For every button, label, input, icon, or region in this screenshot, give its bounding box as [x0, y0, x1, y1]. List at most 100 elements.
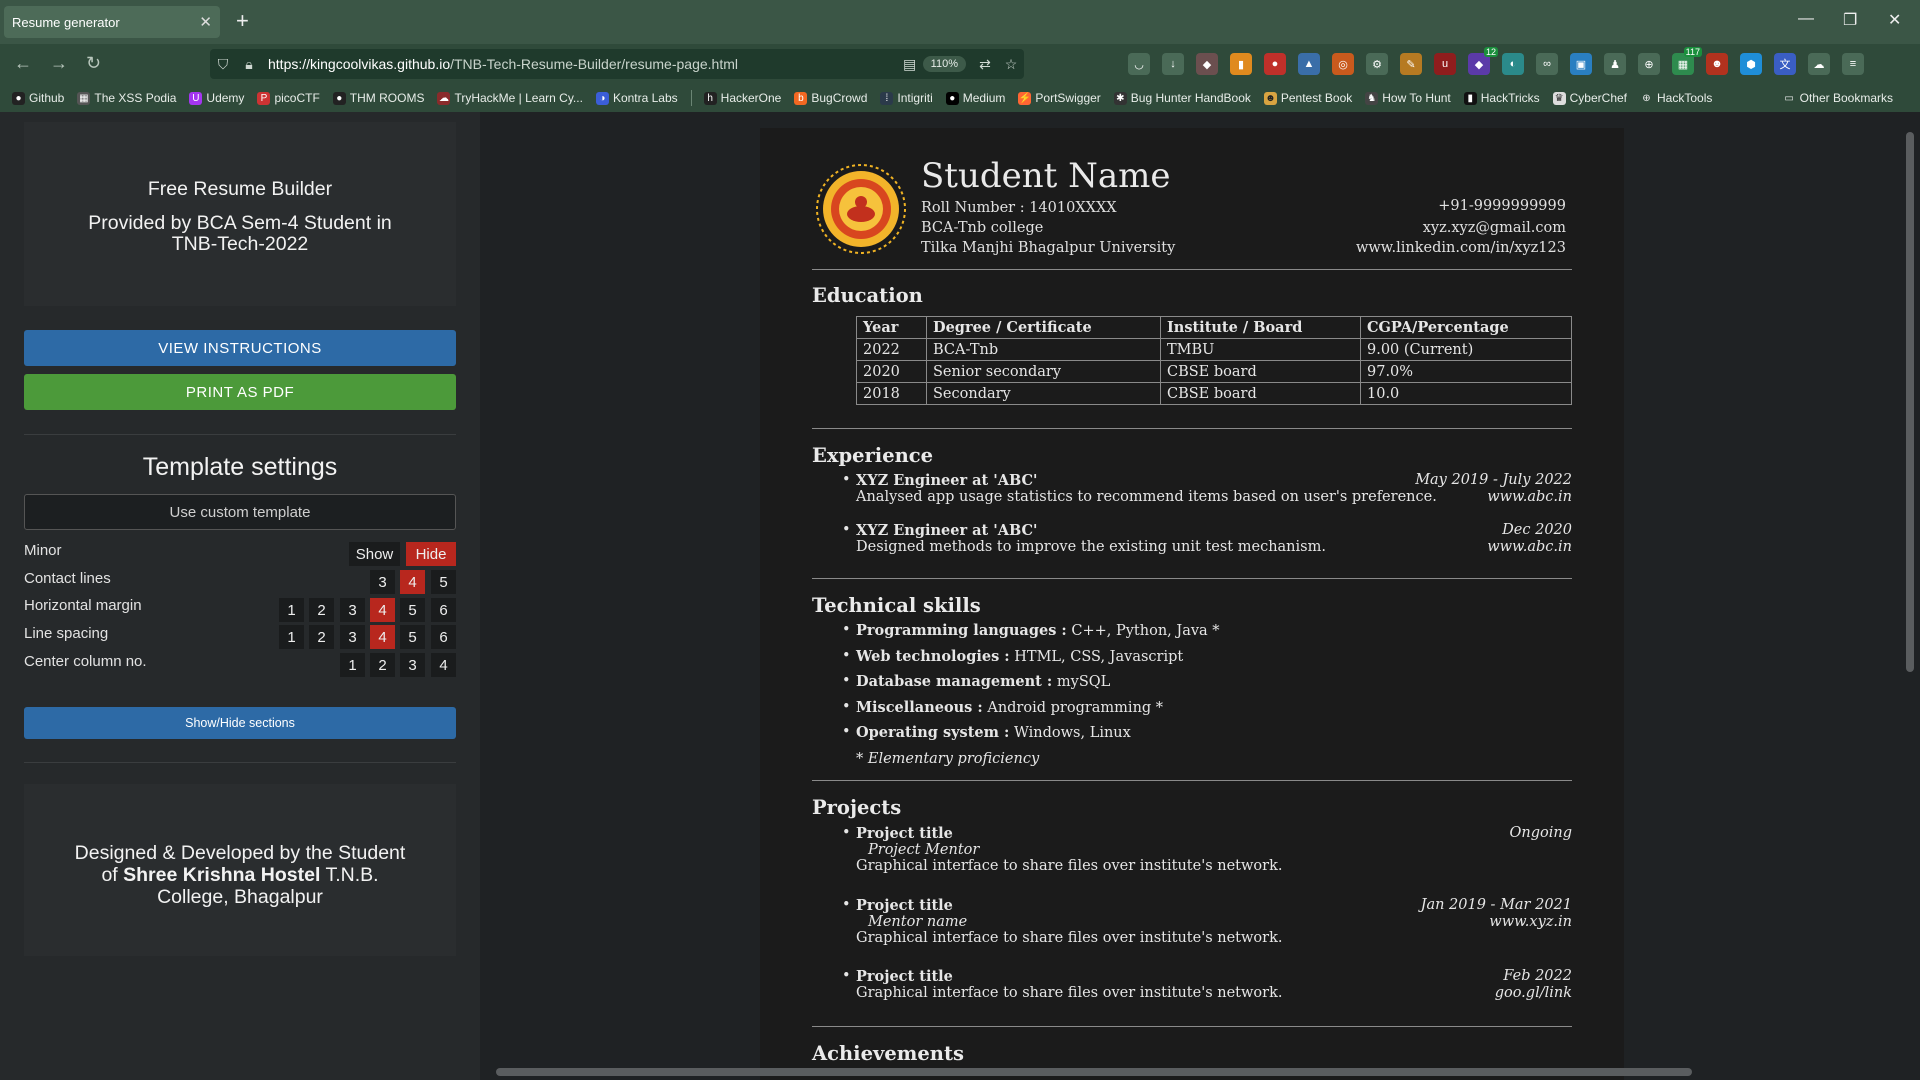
line-spacing-option[interactable]: 5: [400, 625, 425, 649]
bookmark-item[interactable]: ◑ Kontra Labs: [595, 91, 678, 105]
lock-icon[interactable]: 🔒︎: [236, 56, 262, 73]
intigriti-icon: ⁞: [880, 91, 894, 105]
extension-icon[interactable]: ▦ 117: [1672, 47, 1702, 75]
experience-link[interactable]: www.abc.in: [1487, 539, 1572, 555]
show-hide-sections-button[interactable]: Show/Hide sections: [24, 707, 456, 739]
zoom-level[interactable]: 110%: [922, 56, 966, 72]
extension-icon[interactable]: ⊕: [1638, 53, 1660, 75]
bookmark-item[interactable]: U Udemy: [189, 91, 244, 105]
email-address[interactable]: xyz.xyz@gmail.com: [1423, 220, 1566, 236]
browser-tab[interactable]: Resume generator ✕: [4, 6, 220, 38]
experience-link[interactable]: www.abc.in: [1487, 489, 1572, 505]
horizontal-margin-option[interactable]: 6: [431, 598, 456, 622]
extension-icon[interactable]: ▮: [1230, 53, 1252, 75]
bookmark-item[interactable]: PpicoCTF: [257, 91, 320, 105]
horizontal-margin-option[interactable]: 3: [340, 598, 365, 622]
minimize-icon[interactable]: —: [1798, 10, 1814, 28]
line-spacing-option[interactable]: 4: [370, 625, 395, 649]
other-bookmarks[interactable]: ▭ Other Bookmarks: [1783, 91, 1893, 105]
bookmark-item[interactable]: ☻ Pentest Book: [1263, 91, 1352, 105]
center-column-option[interactable]: 1: [340, 653, 365, 677]
bookmark-star-icon[interactable]: ☆: [998, 56, 1024, 73]
extension-icon[interactable]: ◆ 12: [1468, 47, 1498, 75]
extension-icon[interactable]: ⚙: [1366, 53, 1388, 75]
back-icon[interactable]: ←: [14, 53, 32, 74]
extension-icon[interactable]: ▣: [1570, 53, 1592, 75]
shield-icon[interactable]: ⛉: [210, 56, 236, 73]
view-instructions-button[interactable]: VIEW INSTRUCTIONS: [24, 330, 456, 366]
table-row: 2018 Secondary CBSE board 10.0: [856, 382, 1572, 405]
bookmark-item[interactable]: h HackerOne: [703, 91, 781, 105]
bullet: •: [842, 897, 851, 913]
reader-view-icon[interactable]: ▤: [897, 56, 923, 73]
bookmark-item[interactable]: b BugCrowd: [794, 91, 867, 105]
bookmark-item[interactable]: ● THM ROOMS: [332, 91, 424, 105]
bookmark-item[interactable]: ♞ How To Hunt: [1365, 91, 1451, 105]
ublock-icon[interactable]: u: [1434, 53, 1456, 75]
contact-lines-option[interactable]: 4: [400, 570, 425, 594]
pocket-icon[interactable]: ◡: [1128, 53, 1150, 75]
center-column-option[interactable]: 2: [370, 653, 395, 677]
table-cell: TMBU: [1160, 338, 1361, 361]
bookmark-item[interactable]: ▮ HackTricks: [1463, 91, 1540, 105]
horizontal-scrollbar[interactable]: [496, 1068, 1692, 1076]
address-bar[interactable]: ⛉ 🔒︎ https://kingcoolvikas.github.io/TNB…: [210, 49, 1024, 79]
bookmark-item[interactable]: ☁ TryHackMe | Learn Cy...: [437, 91, 583, 105]
extension-icon[interactable]: ◐: [1502, 53, 1524, 75]
horizontal-margin-option[interactable]: 2: [309, 598, 334, 622]
education-heading: Education: [812, 284, 923, 307]
line-spacing-option[interactable]: 1: [279, 625, 304, 649]
extension-icon[interactable]: ◆: [1196, 53, 1218, 75]
minor-show-button[interactable]: Show: [349, 542, 400, 566]
close-window-icon[interactable]: ✕: [1888, 10, 1901, 30]
line-spacing-option[interactable]: 2: [309, 625, 334, 649]
translate-icon[interactable]: ⇄: [972, 56, 998, 73]
reload-icon[interactable]: ↻: [86, 53, 101, 74]
bookmark-item[interactable]: ● Github: [12, 91, 64, 105]
project-link[interactable]: www.xyz.in: [1489, 914, 1572, 930]
extension-icon[interactable]: 文: [1774, 53, 1796, 75]
bookmark-item[interactable]: ♛ CyberChef: [1552, 91, 1627, 105]
extension-icon[interactable]: ✎: [1400, 53, 1422, 75]
line-spacing-option[interactable]: 6: [431, 625, 456, 649]
extension-icon[interactable]: ∞: [1536, 53, 1558, 75]
download-icon[interactable]: ↓: [1162, 53, 1184, 75]
horizontal-margin-option[interactable]: 4: [370, 598, 395, 622]
custom-template-button[interactable]: Use custom template: [24, 494, 456, 530]
contact-lines-option[interactable]: 3: [370, 570, 395, 594]
bookmark-item[interactable]: ⊕ HackTools: [1640, 91, 1712, 105]
bookmark-item[interactable]: ⚡ PortSwigger: [1018, 91, 1101, 105]
vertical-scrollbar[interactable]: [1906, 132, 1914, 672]
extension-icon[interactable]: ●: [1264, 53, 1286, 75]
extension-icon[interactable]: ◎: [1332, 53, 1354, 75]
bookmark-item[interactable]: ⁞ Intigriti: [880, 91, 933, 105]
bullet: •: [842, 673, 851, 689]
center-column-option[interactable]: 3: [400, 653, 425, 677]
horizontal-margin-option[interactable]: 1: [279, 598, 304, 622]
contact-lines-option[interactable]: 5: [431, 570, 456, 594]
new-tab-icon[interactable]: +: [236, 9, 249, 33]
menu-icon[interactable]: ≡: [1842, 53, 1864, 75]
project-title: Project title: [856, 968, 953, 985]
restore-icon[interactable]: ❐: [1843, 10, 1857, 30]
horizontal-margin-option[interactable]: 5: [400, 598, 425, 622]
project-link[interactable]: goo.gl/link: [1495, 985, 1572, 1001]
bookmark-item[interactable]: ✱ Bug Hunter HandBook: [1113, 91, 1251, 105]
forward-icon[interactable]: →: [50, 53, 68, 74]
extension-icon[interactable]: ♟: [1604, 53, 1626, 75]
page-icon: ▦: [77, 91, 91, 105]
linkedin-link[interactable]: www.linkedin.com/in/xyz123: [1356, 240, 1566, 256]
minor-hide-button[interactable]: Hide: [406, 542, 456, 566]
bookmark-item[interactable]: ▦ The XSS Podia: [77, 91, 176, 105]
extension-icon[interactable]: ▲: [1298, 53, 1320, 75]
extension-icon[interactable]: ☻: [1706, 53, 1728, 75]
close-tab-icon[interactable]: ✕: [199, 13, 212, 31]
center-column-option[interactable]: 4: [431, 653, 456, 677]
bookmark-item[interactable]: ● Medium: [945, 91, 1005, 105]
line-spacing-option[interactable]: 3: [340, 625, 365, 649]
extension-icon[interactable]: ☁: [1808, 53, 1830, 75]
url-text[interactable]: https://kingcoolvikas.github.io/TNB-Tech…: [262, 56, 897, 72]
extension-icon[interactable]: ⬢: [1740, 53, 1762, 75]
project-item: • Project title Feb 2022 Graphical interf…: [842, 968, 1572, 1001]
print-pdf-button[interactable]: PRINT AS PDF: [24, 374, 456, 410]
